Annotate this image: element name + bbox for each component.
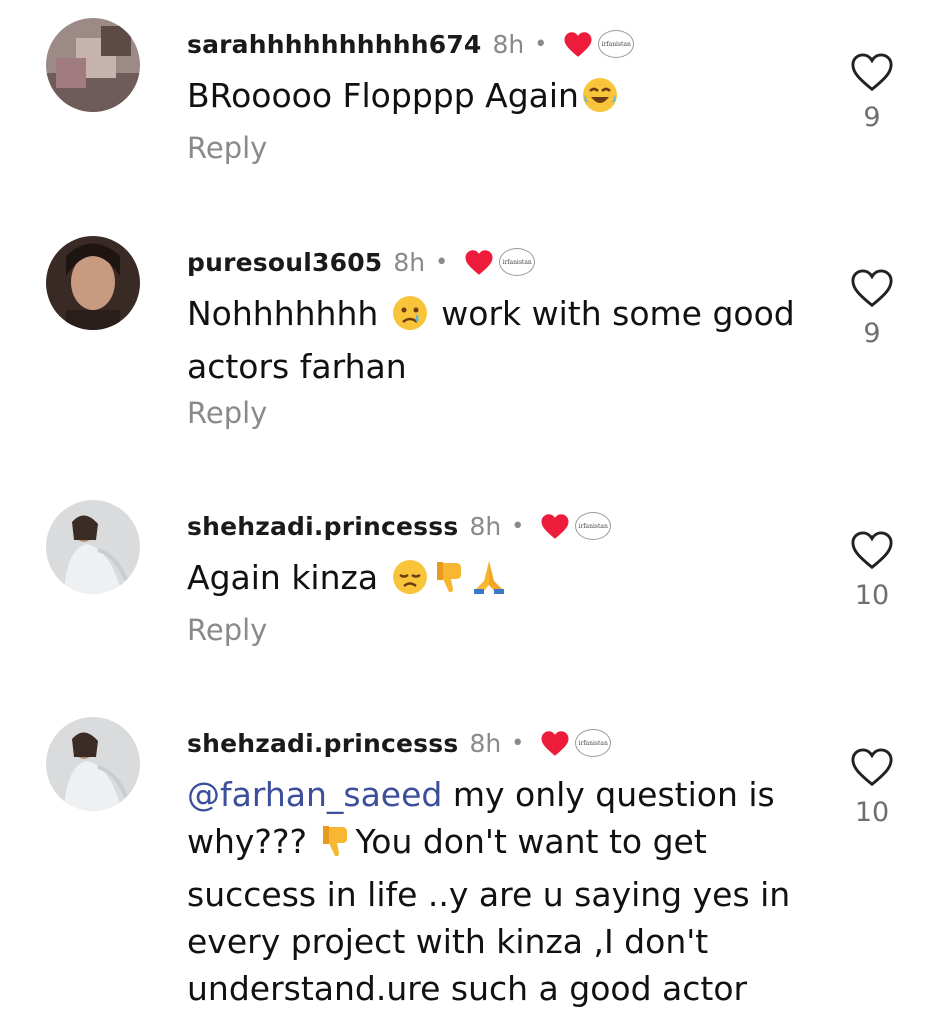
separator-dot: • (435, 249, 449, 275)
username[interactable]: shehzadi.princesss (187, 729, 458, 758)
heart-outline-icon[interactable] (850, 52, 894, 92)
separator-dot: • (511, 513, 525, 539)
watermark-logo: irfanistan (575, 729, 612, 757)
comment-text: Again kinza (187, 554, 807, 607)
heart-filled-icon (541, 730, 569, 756)
avatar[interactable] (46, 18, 140, 112)
disappointed-face-icon (392, 559, 428, 607)
avatar[interactable] (46, 236, 140, 330)
timestamp: 8h (492, 29, 525, 59)
username[interactable]: sarahhhhhhhhhh674 (187, 30, 482, 59)
reply-button[interactable]: Reply (187, 613, 807, 647)
like-control: 10 (848, 747, 896, 828)
heart-filled-icon (465, 249, 493, 275)
avatar[interactable] (46, 500, 140, 594)
folded-hands-icon (472, 559, 506, 607)
thumbs-down-icon (320, 823, 352, 871)
like-count: 10 (854, 797, 890, 828)
watermark-logo: irfanistan (598, 30, 635, 58)
watermark-logo: irfanistan (575, 512, 612, 540)
avatar[interactable] (46, 717, 140, 811)
username[interactable]: shehzadi.princesss (187, 512, 458, 541)
like-control: 9 (848, 52, 896, 133)
heart-outline-icon[interactable] (850, 530, 894, 570)
like-count: 9 (863, 318, 881, 349)
author-liked-badge: irfanistan (464, 248, 536, 276)
timestamp: 8h (469, 511, 502, 541)
like-control: 10 (848, 530, 896, 611)
reply-button[interactable]: Reply (187, 396, 807, 430)
mention-link[interactable]: @farhan_saeed (187, 775, 442, 814)
reply-button[interactable]: Reply (187, 131, 807, 165)
watermark-logo: irfanistan (499, 248, 536, 276)
like-control: 9 (848, 268, 896, 349)
timestamp: 8h (469, 728, 502, 758)
heart-filled-icon (541, 513, 569, 539)
crying-face-icon (392, 295, 428, 343)
heart-outline-icon[interactable] (850, 268, 894, 308)
username[interactable]: puresoul3605 (187, 248, 382, 277)
thumbs-down-icon (434, 559, 466, 607)
author-liked-badge: irfanistan (540, 729, 612, 757)
comment-text: @farhan_saeed my only question is why???… (187, 775, 791, 1008)
comment-text: BRooooo Flopppp Again (187, 72, 807, 125)
like-count: 9 (863, 102, 881, 133)
comment-text: Nohhhhhhh work with some good actors far… (187, 294, 795, 386)
author-liked-badge: irfanistan (563, 30, 635, 58)
heart-outline-icon[interactable] (850, 747, 894, 787)
separator-dot: • (511, 730, 525, 756)
like-count: 10 (854, 580, 890, 611)
separator-dot: • (534, 31, 548, 57)
comments-feed: sarahhhhhhhhhh674 8h • irfanistan BRoooo… (0, 0, 944, 1024)
heart-filled-icon (564, 31, 592, 57)
author-liked-badge: irfanistan (540, 512, 612, 540)
face-with-tears-of-joy-icon (582, 77, 618, 125)
timestamp: 8h (393, 247, 426, 277)
